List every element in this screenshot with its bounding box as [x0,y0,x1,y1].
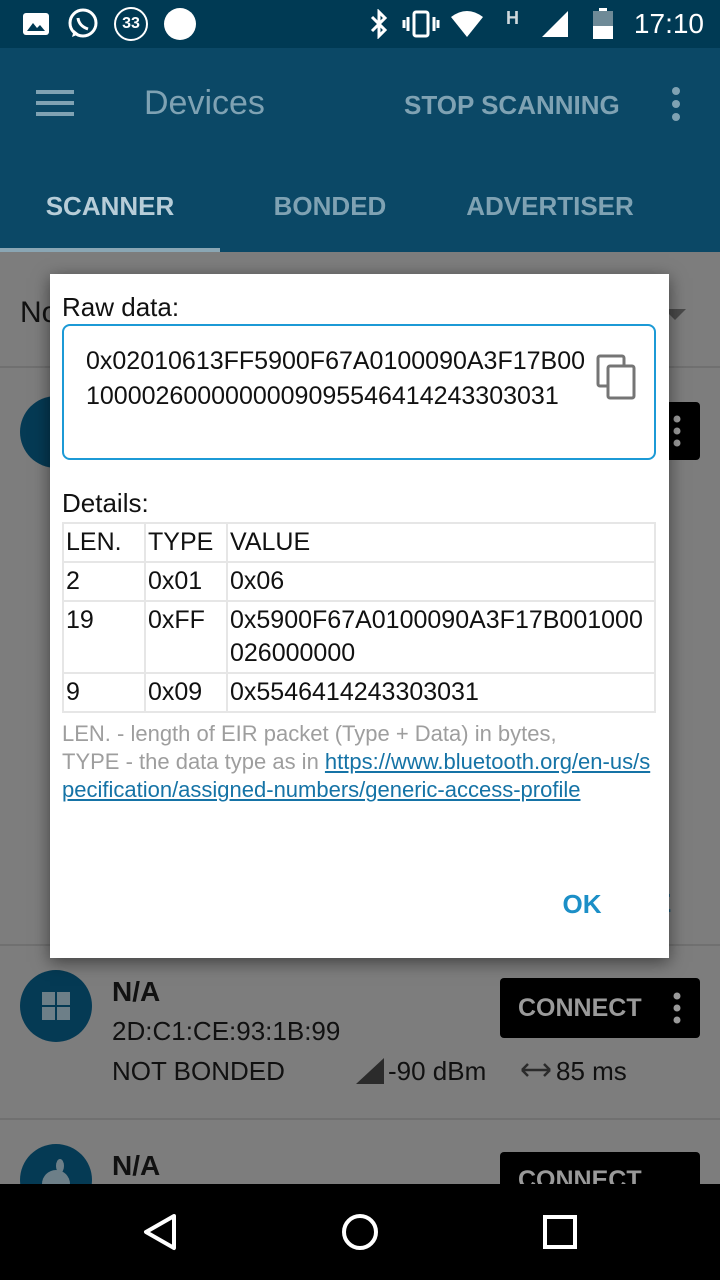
page-title: Devices [144,84,265,122]
raw-data-dialog: Raw data: 0x02010613FF5900F67A0100090A3F… [50,274,669,958]
device-name: N/A [112,1150,161,1181]
rssi-value: -90 dBm [388,1056,487,1086]
vibrate-icon [402,0,440,48]
cell-len: 9 [62,672,146,713]
interval-icon [520,1058,552,1087]
cell-value: 0x5546414243303031 [226,672,656,713]
raw-data-value[interactable]: 0x02010613FF5900F67A0100090A3F17B0010000… [86,344,586,414]
legend-line-2: TYPE - the data type as in [62,749,325,774]
raw-data-box[interactable]: 0x02010613FF5900F67A0100090A3F17B0010000… [62,324,656,460]
notification-count: 33 [114,7,148,41]
whatsapp-icon [66,0,100,48]
details-table: LEN. TYPE VALUE 2 0x01 0x06 19 0xFF 0x59… [62,522,656,713]
header-value: VALUE [226,522,656,563]
ok-button[interactable]: OK [544,882,620,926]
cell-value: 0x06 [226,561,656,602]
bond-state: NOT BONDED [112,1056,285,1086]
details-label: Details: [62,488,149,518]
recents-icon[interactable] [542,1214,578,1255]
tab-bonded[interactable]: BONDED [220,160,440,252]
device-menu-button[interactable] [664,402,700,460]
cell-type: 0x01 [144,561,228,602]
legend-text: LEN. - length of EIR packet (Type + Data… [62,720,662,804]
menu-icon[interactable] [36,86,76,125]
divider [0,1118,720,1120]
clock: 17:10 [633,8,704,39]
header-len: LEN. [62,522,146,563]
cell-signal-icon [540,0,570,48]
windows-device-icon [20,970,92,1042]
tab-advertiser[interactable]: ADVERTISER [440,160,660,252]
table-row: 9 0x09 0x5546414243303031 [62,672,656,713]
raw-data-label: Raw data: [62,292,180,322]
status-bar: 33 H 17:10 [0,0,720,48]
table-header-row: LEN. TYPE VALUE [62,522,656,563]
more-options-icon [673,992,681,1024]
signal-strength-icon [356,1058,384,1089]
device-name: N/A [112,976,161,1007]
bluetooth-icon [368,0,390,48]
overflow-menu-icon[interactable] [668,86,684,127]
device-address: 2D:C1:CE:93:1B:99 [112,1016,341,1046]
wifi-icon [450,0,484,48]
cell-type: 0x09 [144,672,228,713]
cell-len: 19 [62,600,146,674]
app-bar: Devices STOP SCANNING [0,48,720,160]
connect-button[interactable]: CONNECT [500,978,700,1038]
table-row: 2 0x01 0x06 [62,561,656,602]
battery-icon [592,0,614,48]
navigation-bar [0,1184,720,1280]
notification-count-badge: 33 [114,0,148,48]
network-type-label: H [506,7,519,28]
table-row: 19 0xFF 0x5900F67A0100090A3F17B001000026… [62,600,656,674]
header-type: TYPE [144,522,228,563]
copy-icon[interactable] [596,354,638,405]
cell-len: 2 [62,561,146,602]
back-icon[interactable] [140,1212,180,1257]
home-icon[interactable] [340,1212,380,1257]
advertising-interval: 85 ms [556,1056,627,1086]
dot-notification-icon [164,0,196,48]
tab-bar: SCANNER BONDED ADVERTISER [0,160,720,252]
tab-scanner[interactable]: SCANNER [0,160,220,252]
connect-button-label: CONNECT [518,993,642,1022]
legend-line-1: LEN. - length of EIR packet (Type + Data… [62,721,557,746]
cell-type: 0xFF [144,600,228,674]
stop-scanning-button[interactable]: STOP SCANNING [404,90,620,121]
cell-value: 0x5900F67A0100090A3F17B001000026000000 [226,600,656,674]
image-notification-icon [22,0,50,48]
